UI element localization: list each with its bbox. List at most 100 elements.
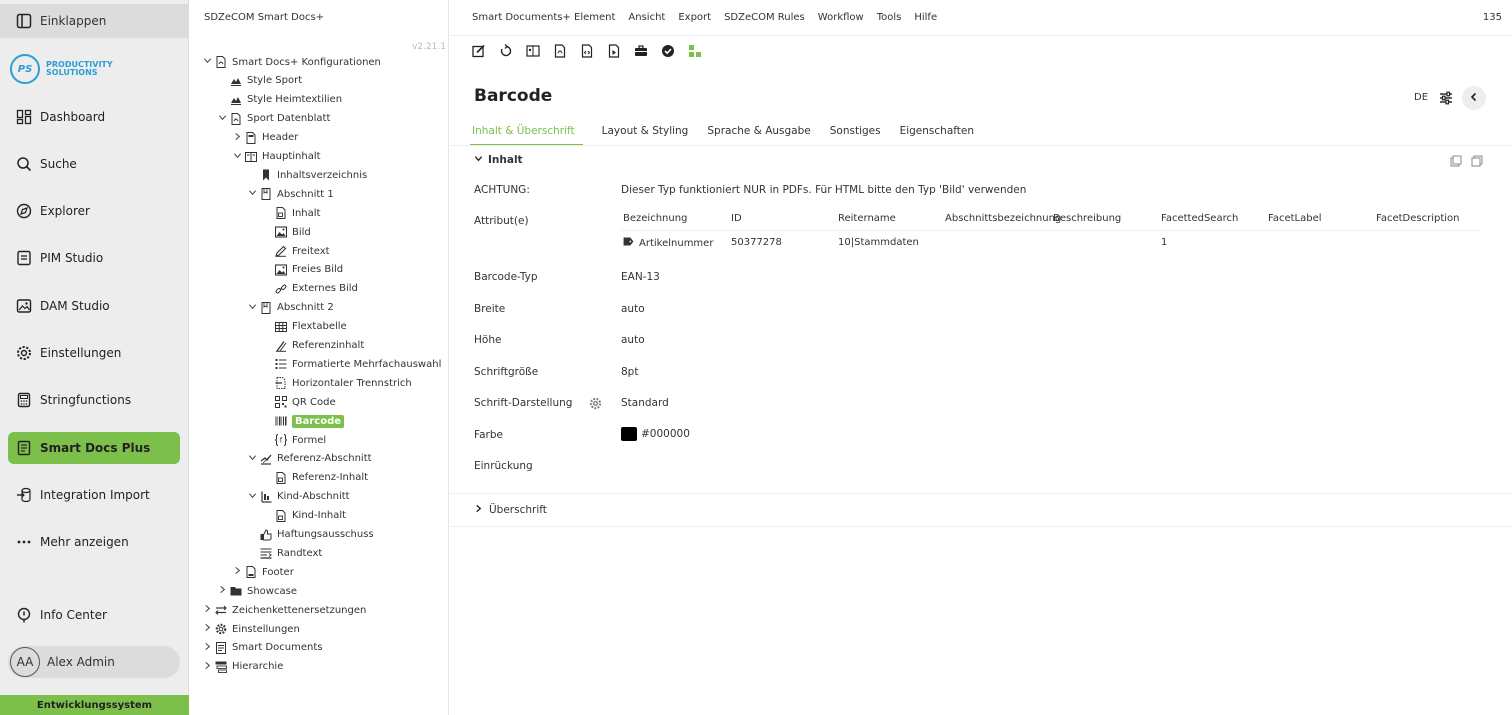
- hoehe-value[interactable]: auto: [621, 334, 645, 346]
- tree-node[interactable]: Style Sport: [217, 72, 302, 90]
- tree-node[interactable]: Abschnitt 2: [247, 299, 334, 317]
- edit-icon[interactable]: [472, 44, 486, 58]
- pdf-export-icon[interactable]: [553, 44, 567, 58]
- tab-sprache-ausgabe[interactable]: Sprache & Ausgabe: [707, 122, 810, 146]
- tree-node[interactable]: Haftungsausschuss: [247, 526, 374, 544]
- table-cell-id: 50377278: [731, 237, 782, 248]
- tree-node[interactable]: Freies Bild: [262, 261, 343, 279]
- refresh-icon[interactable]: [499, 44, 513, 58]
- tree-node[interactable]: Showcase: [217, 582, 297, 600]
- check-circle-icon[interactable]: [661, 44, 675, 58]
- chevron-down-icon[interactable]: [247, 302, 257, 314]
- menu-workflow[interactable]: Workflow: [818, 12, 864, 23]
- preview-icon[interactable]: [526, 44, 540, 58]
- chevron-down-icon[interactable]: [232, 151, 242, 163]
- tree-node[interactable]: Referenz-Abschnitt: [247, 450, 372, 468]
- tab-eigenschaften[interactable]: Eigenschaften: [900, 122, 974, 146]
- nav-mehr-anzeigen[interactable]: Mehr anzeigen: [8, 526, 180, 558]
- tree-node[interactable]: Freitext: [262, 242, 330, 260]
- color-swatch[interactable]: [621, 427, 637, 441]
- farbe-value[interactable]: #000000: [621, 427, 690, 441]
- menu-tools[interactable]: Tools: [877, 12, 902, 23]
- tree-node[interactable]: Zeichenkettenersetzungen: [202, 601, 366, 619]
- run-icon[interactable]: [607, 44, 621, 58]
- nav-einstellungen[interactable]: Einstellungen: [8, 337, 180, 369]
- tree-node[interactable]: Einstellungen: [202, 620, 300, 638]
- menu-smart-documents-element[interactable]: Smart Documents+ Element: [472, 12, 615, 23]
- tree-node[interactable]: Kind-Inhalt: [262, 507, 346, 525]
- chevron-down-icon[interactable]: [247, 453, 257, 465]
- menu-sdzecom-rules[interactable]: SDZeCOM Rules: [724, 12, 805, 23]
- schriftgroesse-value[interactable]: 8pt: [621, 366, 638, 378]
- chevron-right-icon[interactable]: [202, 604, 212, 616]
- nav-smart-docs-plus[interactable]: Smart Docs Plus: [8, 432, 180, 464]
- tree-node[interactable]: Randtext: [247, 544, 322, 562]
- table-cell-bezeichnung[interactable]: Artikelnummer: [623, 237, 713, 249]
- tree-node[interactable]: Externes Bild: [262, 280, 358, 298]
- tree-node[interactable]: Inhalt: [262, 204, 320, 222]
- menu-ansicht[interactable]: Ansicht: [628, 12, 665, 23]
- section-ueberschrift-toggle[interactable]: Überschrift: [474, 504, 547, 516]
- tree-node[interactable]: Hierarchie: [202, 658, 283, 676]
- section-inhalt-toggle[interactable]: Inhalt: [474, 154, 523, 166]
- copy-icon[interactable]: [1450, 155, 1462, 167]
- tree-node[interactable]: f Formel: [262, 431, 326, 449]
- nav-dam-studio[interactable]: DAM Studio: [8, 290, 180, 322]
- tree-node[interactable]: Bild: [262, 223, 311, 241]
- chevron-down-icon[interactable]: [247, 188, 257, 200]
- tree-node[interactable]: Referenz-Inhalt: [262, 469, 368, 487]
- tab-layout-styling[interactable]: Layout & Styling: [602, 122, 689, 146]
- tree-node[interactable]: Horizontaler Trennstrich: [262, 374, 412, 392]
- chevron-down-icon[interactable]: [202, 56, 212, 68]
- menu-hilfe[interactable]: Hilfe: [914, 12, 937, 23]
- tab-sonstiges[interactable]: Sonstiges: [830, 122, 881, 146]
- tree-node[interactable]: Abschnitt 1: [247, 185, 334, 203]
- collapse-panel-button[interactable]: [1462, 86, 1486, 110]
- section-ueberschrift-label: Überschrift: [489, 504, 547, 516]
- tree-node[interactable]: Style Heimtextilien: [217, 91, 342, 109]
- tree-node[interactable]: Flextabelle: [262, 318, 347, 336]
- tree-node[interactable]: Sport Datenblatt: [217, 110, 330, 128]
- tree-node[interactable]: Hauptinhalt: [232, 148, 321, 166]
- tab-inhalt-ueberschrift[interactable]: Inhalt & Überschrift: [470, 122, 583, 146]
- chevron-right-icon[interactable]: [217, 585, 227, 597]
- collapse-button[interactable]: Einklappen: [0, 4, 188, 38]
- tree-node[interactable]: Footer: [232, 563, 294, 581]
- tree-node[interactable]: Smart Docs+ Konfigurationen: [202, 53, 381, 71]
- language-selector[interactable]: DE: [1414, 92, 1428, 103]
- user-menu[interactable]: AA Alex Admin: [8, 646, 180, 678]
- tree-node[interactable]: Smart Documents: [202, 639, 322, 657]
- schrift-darstellung-settings-button[interactable]: [589, 397, 602, 413]
- nav-suche[interactable]: Suche: [8, 148, 180, 180]
- nav-stringfunctions[interactable]: Stringfunctions: [8, 384, 180, 416]
- tree-node[interactable]: Barcode: [262, 412, 345, 430]
- tree-node[interactable]: Formatierte Mehrfachauswahl: [262, 355, 441, 373]
- tree-node[interactable]: QR Code: [262, 393, 336, 411]
- chevron-right-icon[interactable]: [202, 661, 212, 673]
- chevron-right-icon[interactable]: [232, 132, 242, 144]
- briefcase-icon[interactable]: [634, 44, 648, 58]
- barcode-typ-value[interactable]: EAN-13: [621, 271, 660, 283]
- menu-export[interactable]: Export: [678, 12, 711, 23]
- sliders-icon[interactable]: [1438, 90, 1454, 106]
- nav-explorer[interactable]: Explorer: [8, 195, 180, 227]
- tree-node-label: Hauptinhalt: [262, 151, 321, 162]
- nav-dashboard[interactable]: Dashboard: [8, 101, 180, 133]
- tree-node[interactable]: Kind-Abschnitt: [247, 488, 350, 506]
- tree-node[interactable]: Header: [232, 129, 298, 147]
- nav-integration-import[interactable]: Integration Import: [8, 479, 180, 511]
- chevron-right-icon[interactable]: [202, 642, 212, 654]
- html-export-icon[interactable]: [580, 44, 594, 58]
- tree-node[interactable]: Inhaltsverzeichnis: [247, 166, 367, 184]
- schrift-darstellung-value[interactable]: Standard: [621, 397, 669, 409]
- structure-icon[interactable]: [688, 44, 702, 58]
- nav-info-center[interactable]: Info Center: [8, 599, 180, 631]
- chevron-down-icon[interactable]: [247, 491, 257, 503]
- breite-value[interactable]: auto: [621, 303, 645, 315]
- tree-node[interactable]: Referenzinhalt: [262, 337, 364, 355]
- chevron-right-icon[interactable]: [202, 623, 212, 635]
- paste-icon[interactable]: [1471, 155, 1483, 167]
- nav-pim-studio[interactable]: PIM Studio: [8, 242, 180, 274]
- chevron-down-icon[interactable]: [217, 113, 227, 125]
- chevron-right-icon[interactable]: [232, 566, 242, 578]
